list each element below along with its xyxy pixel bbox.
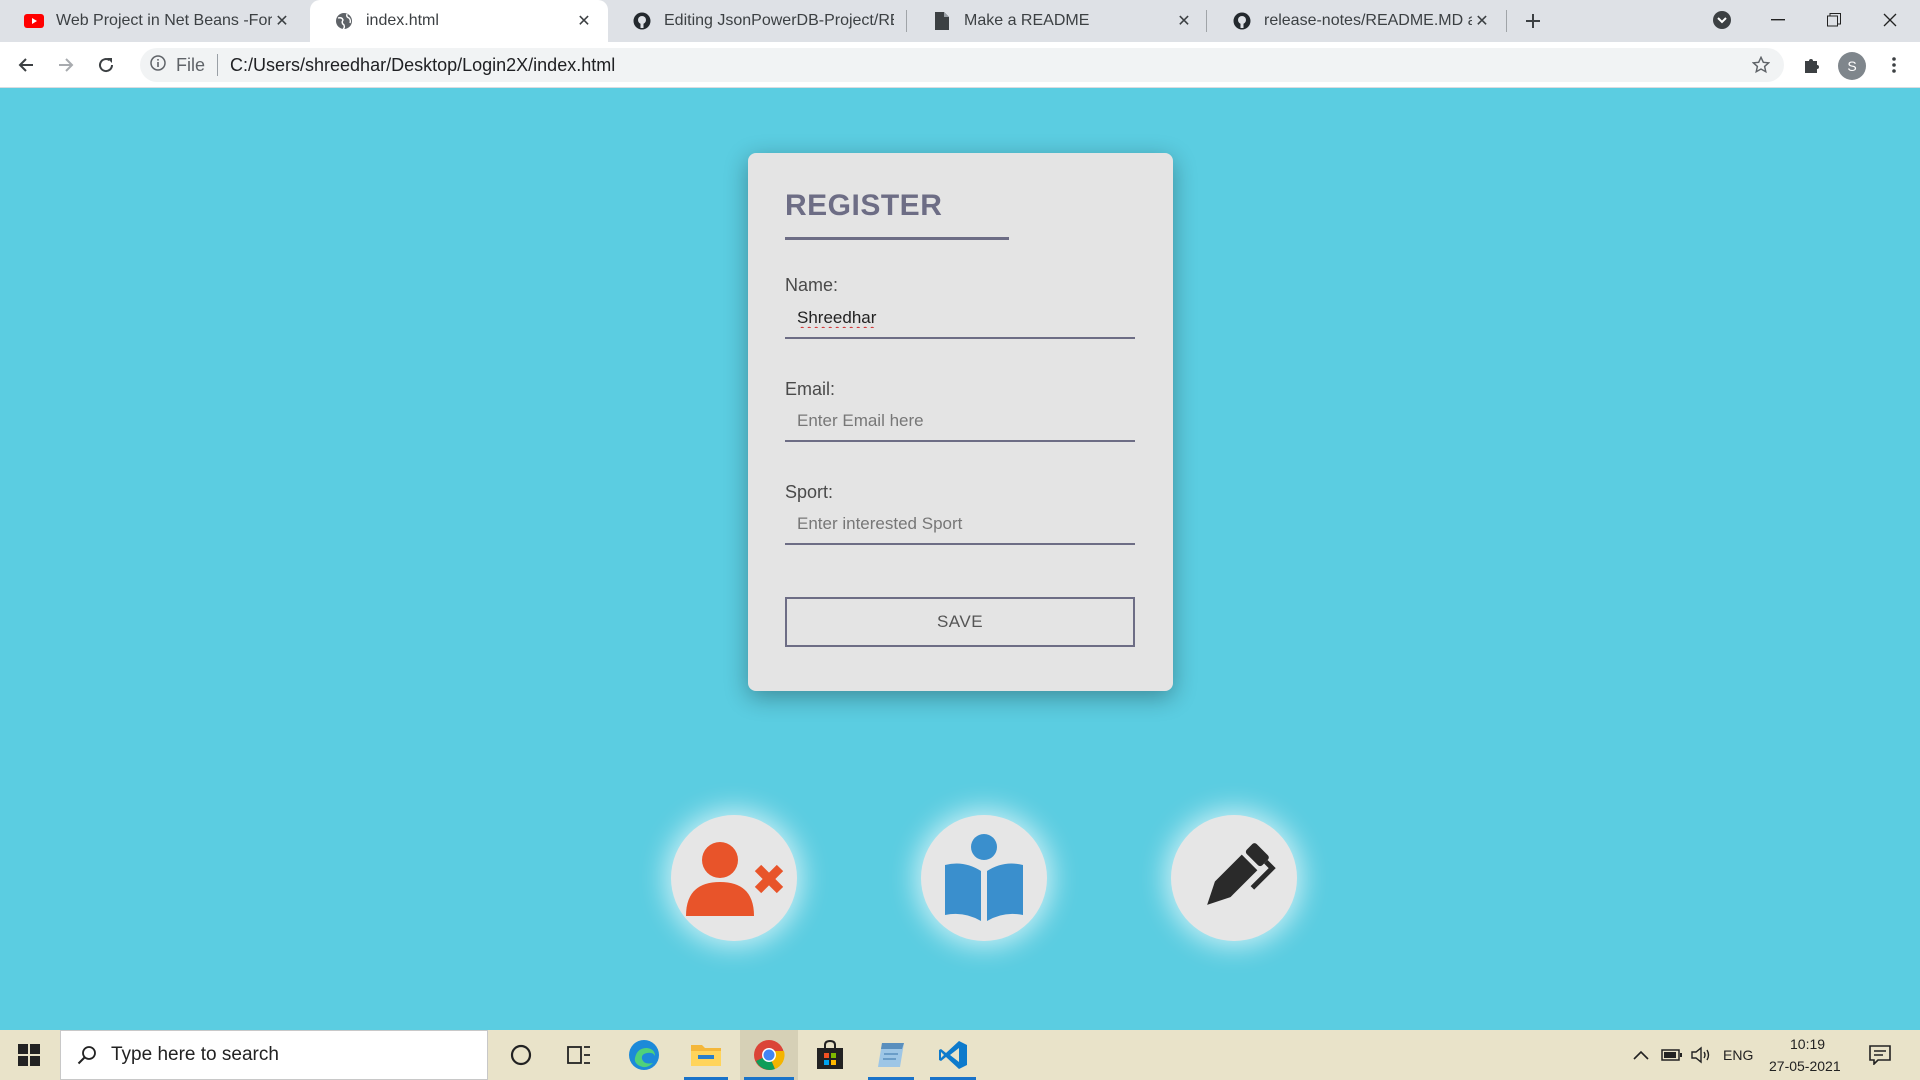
tab-separator (1506, 10, 1507, 32)
name-label: Name: (785, 275, 839, 295)
tab-editing-readme[interactable]: Editing JsonPowerDB-Project/README.md (608, 0, 908, 42)
windows-taskbar: ENG 10:19 27-05-2021 (0, 1030, 1920, 1080)
taskbar-search[interactable] (60, 1030, 488, 1080)
page-title: REGISTER (785, 189, 943, 222)
read-records-button[interactable] (921, 815, 1047, 941)
sport-input[interactable] (785, 505, 1135, 545)
document-icon (932, 11, 952, 31)
tab-index-html[interactable]: index.html ✕ (310, 0, 608, 42)
battery-icon[interactable] (1658, 1030, 1686, 1080)
file-explorer-icon[interactable] (680, 1030, 732, 1080)
back-button[interactable] (10, 49, 42, 81)
start-button[interactable] (0, 1030, 58, 1080)
sport-label: Sport: (785, 482, 834, 502)
clock-date[interactable]: 27-05-2021 (1769, 1058, 1841, 1074)
close-icon[interactable]: ✕ (272, 11, 292, 31)
register-card: REGISTER Name: Email: Sport: SAVE (748, 153, 1173, 691)
cortana-circle-icon[interactable] (496, 1030, 546, 1080)
tab-web-project[interactable]: Web Project in Net Beans -Form Validatio… (0, 0, 306, 42)
address-bar[interactable]: File C:/Users/shreedhar/Desktop/Login2X/… (140, 48, 1784, 82)
browser-tab-strip: Web Project in Net Beans -Form Validatio… (0, 0, 1920, 42)
tab-make-readme[interactable]: Make a README ✕ (908, 0, 1208, 42)
tab-separator (1206, 10, 1207, 32)
user-remove-icon (686, 842, 784, 916)
chevron-up-icon[interactable] (1628, 1030, 1654, 1080)
search-icon (77, 1046, 96, 1065)
minimize-button[interactable] (1750, 0, 1806, 40)
pen-icon (1207, 843, 1276, 905)
bookmark-star-icon[interactable] (1752, 56, 1770, 74)
url-text[interactable]: C:/Users/shreedhar/Desktop/Login2X/index… (230, 55, 615, 76)
email-input[interactable] (785, 402, 1135, 442)
store-bag-icon[interactable] (804, 1030, 856, 1080)
profile-avatar[interactable]: S (1838, 52, 1866, 80)
url-scheme: File (176, 54, 206, 75)
tab-separator (906, 10, 907, 32)
language-indicator[interactable]: ENG (1723, 1047, 1753, 1063)
url-divider (217, 54, 219, 76)
close-icon[interactable]: ✕ (1472, 11, 1492, 31)
title-underline (785, 237, 1009, 240)
taskbar-search-input[interactable] (111, 1044, 451, 1066)
globe-icon (334, 11, 354, 31)
windows-logo-icon (18, 1044, 40, 1066)
chrome-icon[interactable] (740, 1030, 798, 1080)
forward-button[interactable] (50, 49, 82, 81)
notepad-app-icon[interactable] (864, 1030, 918, 1080)
delete-user-button[interactable] (671, 815, 797, 941)
volume-icon[interactable] (1688, 1030, 1716, 1080)
info-icon[interactable] (150, 54, 166, 76)
email-label: Email: (785, 379, 836, 399)
tab-title: Editing JsonPowerDB-Project/README.md (664, 12, 894, 29)
save-button[interactable]: SAVE (785, 597, 1135, 647)
name-input[interactable] (785, 299, 1135, 339)
reader-icon (945, 834, 1023, 921)
close-window-button[interactable] (1862, 0, 1918, 40)
edge-browser-icon[interactable] (618, 1030, 670, 1080)
tab-release-notes[interactable]: release-notes/README.MD at main ✕ (1208, 0, 1506, 42)
github-icon (1232, 11, 1252, 31)
reload-button[interactable] (90, 49, 122, 81)
youtube-icon (24, 11, 44, 31)
close-icon[interactable]: ✕ (574, 11, 594, 31)
clock-time[interactable]: 10:19 (1790, 1036, 1825, 1052)
tab-search-button[interactable] (1694, 0, 1750, 40)
tab-title: index.html (366, 12, 439, 29)
vscode-icon[interactable] (926, 1030, 980, 1080)
restore-button[interactable] (1806, 0, 1862, 40)
tab-title: Make a README (964, 12, 1090, 29)
tab-title: release-notes/README.MD at main (1264, 12, 1472, 29)
close-icon[interactable]: ✕ (1174, 11, 1194, 31)
github-icon (632, 11, 652, 31)
extensions-puzzle-icon[interactable] (1796, 49, 1828, 81)
browser-toolbar: File C:/Users/shreedhar/Desktop/Login2X/… (0, 42, 1920, 88)
task-view-icon[interactable] (554, 1030, 604, 1080)
new-tab-button[interactable] (1520, 8, 1546, 34)
menu-kebab-icon[interactable] (1878, 49, 1910, 81)
edit-record-button[interactable] (1171, 815, 1297, 941)
tab-title: Web Project in Net Beans -Form Validatio… (56, 12, 272, 29)
notification-center-icon[interactable] (1862, 1030, 1898, 1080)
